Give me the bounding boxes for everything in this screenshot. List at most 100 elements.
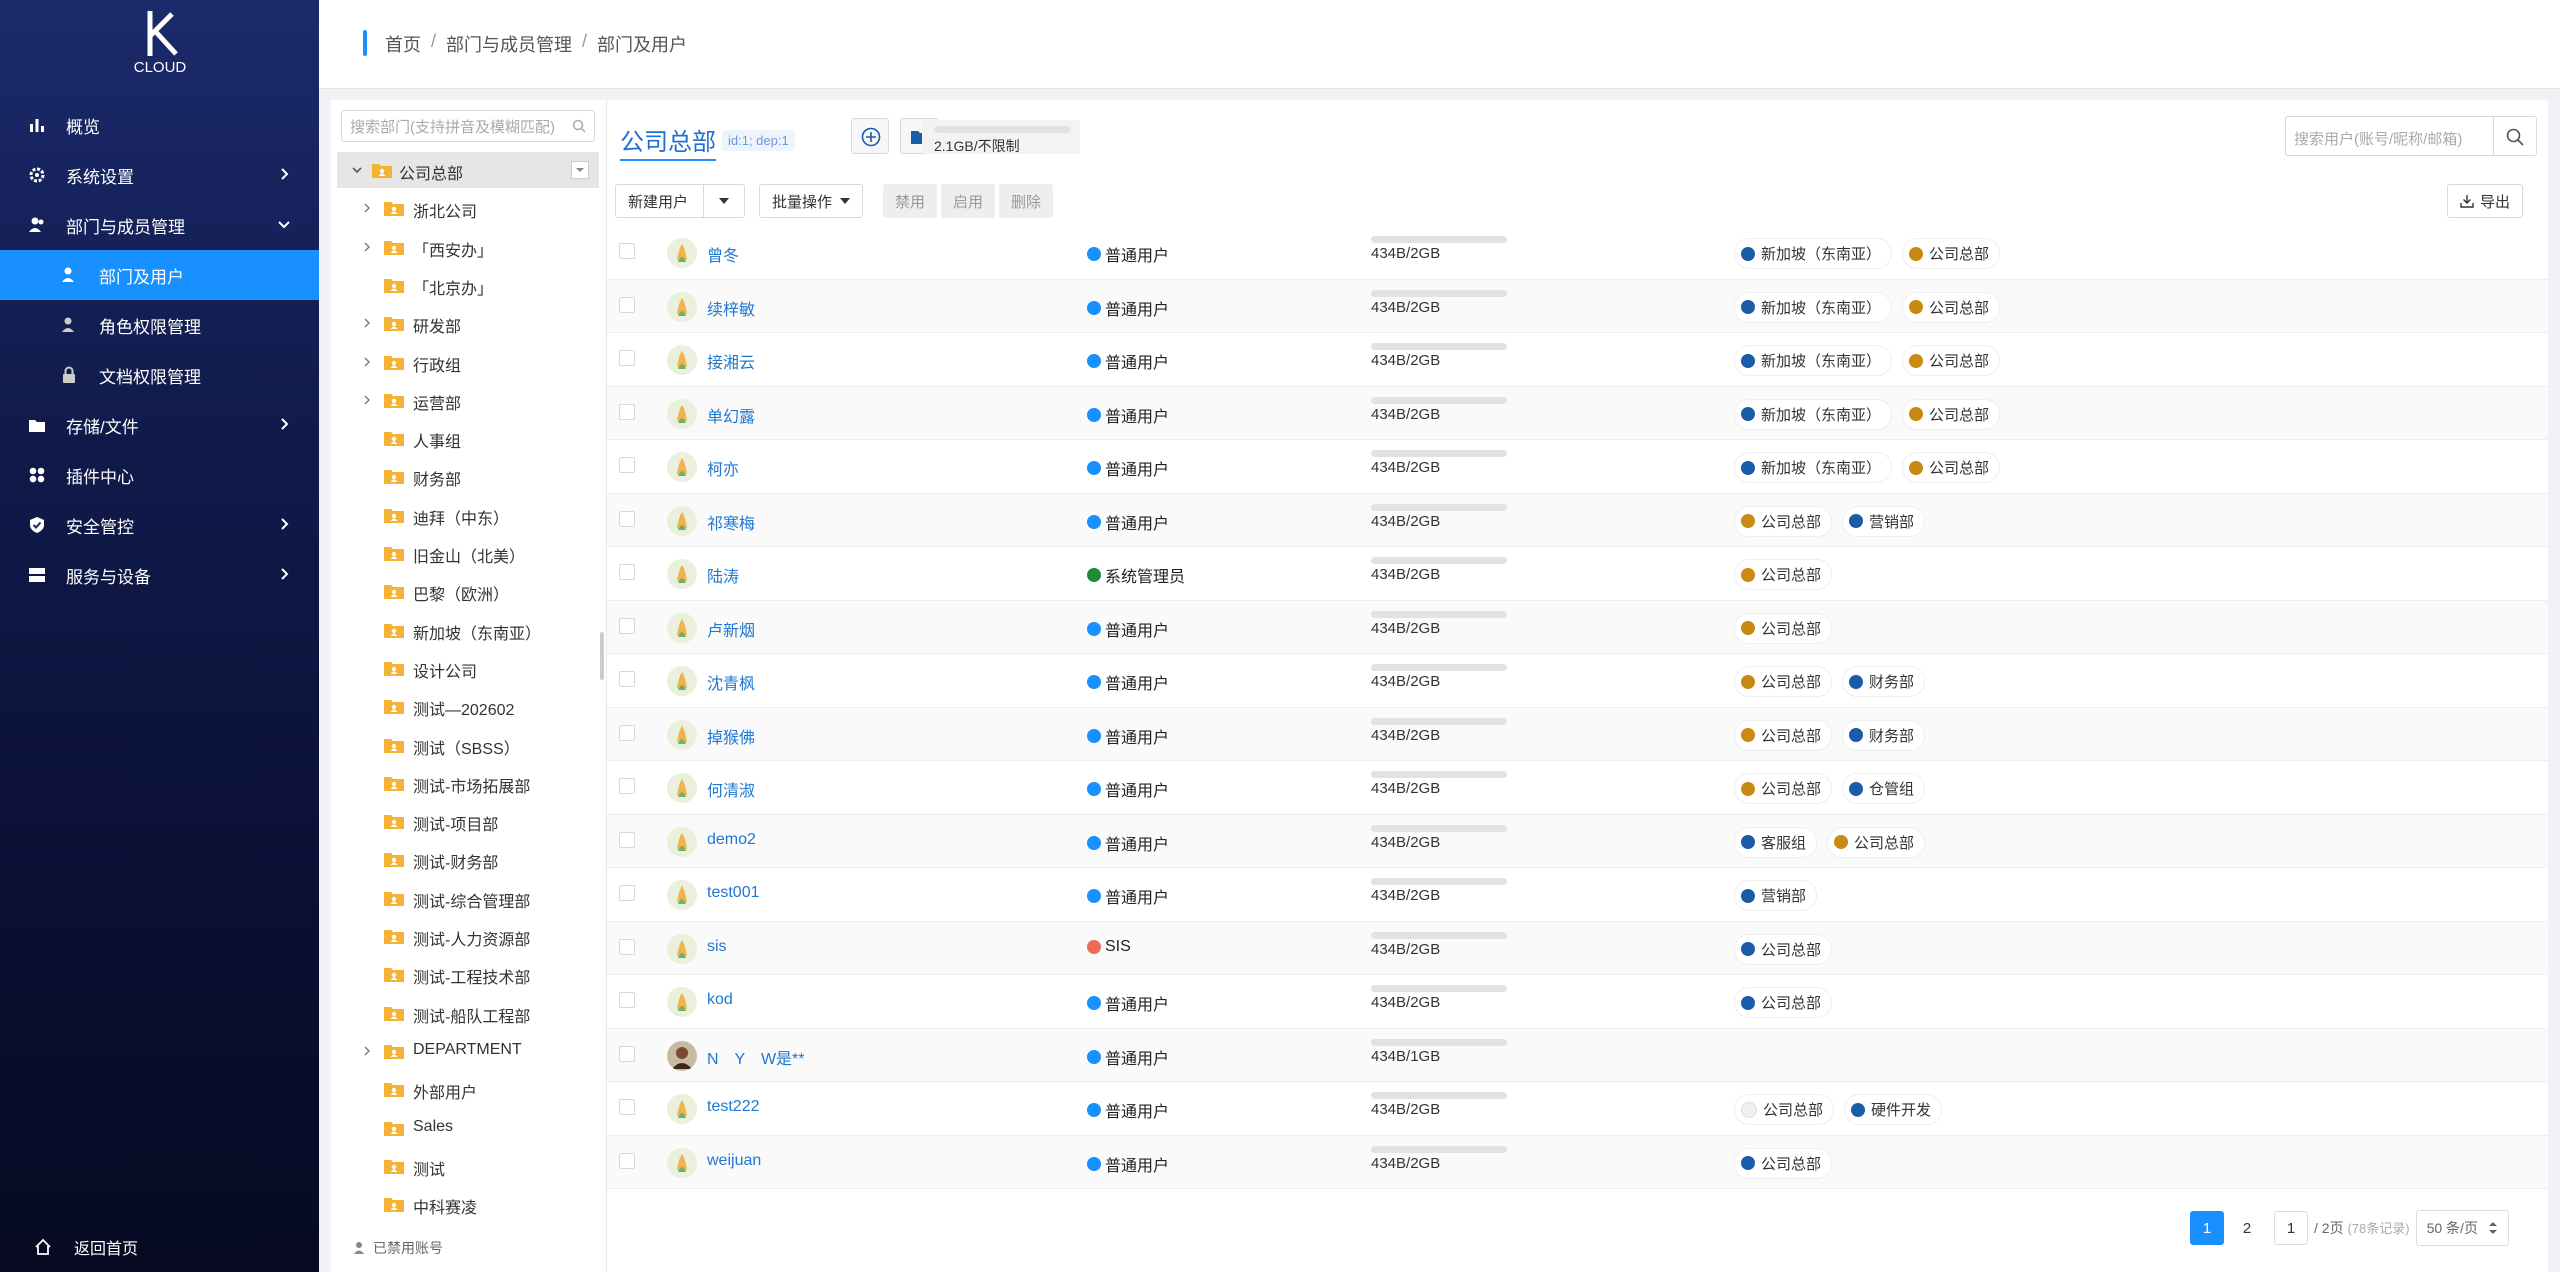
batch-operation-button[interactable]: 批量操作 (759, 184, 864, 218)
dept-tag[interactable]: 新加坡（东南亚） (1734, 452, 1893, 483)
table-row[interactable]: test222 普通用户 434B/2GB 公司总部 硬件开发 (607, 1082, 2548, 1136)
tree-node[interactable]: 测试-市场拓展部 (331, 765, 606, 801)
user-photo-avatar[interactable] (667, 1040, 697, 1071)
tree-node[interactable]: 测试-船队工程部 (331, 995, 606, 1031)
row-checkbox[interactable] (619, 296, 635, 313)
dept-tag[interactable]: 硬件开发 (1844, 1094, 1943, 1125)
dept-tag[interactable]: 公司总部 (1734, 612, 1833, 644)
dept-tag[interactable]: 公司总部 (1734, 666, 1833, 697)
tree-node[interactable]: 测试-综合管理部 (331, 880, 606, 916)
tree-node[interactable]: 测试 (331, 1148, 606, 1184)
user-name-link[interactable]: 曾冬 (707, 242, 739, 266)
table-row[interactable]: kod 普通用户 434B/2GB 公司总部 (607, 975, 2548, 1029)
default-avatar[interactable] (667, 773, 697, 803)
tree-node[interactable]: 研发部 (331, 305, 606, 341)
dept-tag[interactable]: 公司总部 (1902, 345, 2001, 376)
row-checkbox[interactable] (619, 403, 635, 420)
sidebar-item-role-permissions[interactable]: 角色权限管理 (0, 300, 319, 350)
default-avatar[interactable] (667, 291, 697, 322)
tree-node[interactable]: 测试（SBSS） (331, 727, 606, 763)
row-checkbox[interactable] (619, 510, 635, 527)
sidebar-item-system-settings[interactable]: 系统设置 (0, 150, 319, 200)
new-user-dropdown[interactable] (703, 185, 744, 217)
tree-scrollbar[interactable] (600, 632, 604, 680)
chevron-right-icon[interactable] (361, 1045, 373, 1057)
row-checkbox[interactable] (619, 724, 635, 741)
user-name-link[interactable]: 陆涛 (707, 563, 739, 587)
dept-tag[interactable]: 公司总部 (1902, 238, 2001, 269)
row-checkbox[interactable] (619, 831, 635, 848)
dept-tag[interactable]: 公司总部 (1734, 933, 1833, 965)
dept-tag[interactable]: 公司总部 (1734, 1094, 1835, 1125)
table-row[interactable]: N Y W是** 普通用户 434B/1GB (607, 1028, 2548, 1082)
default-avatar[interactable] (667, 505, 697, 536)
breadcrumb-dept-members[interactable]: 部门与成员管理 (446, 31, 572, 57)
page-1-button[interactable]: 1 (2190, 1211, 2224, 1245)
dept-tag[interactable]: 公司总部 (1734, 773, 1833, 804)
dept-tag[interactable]: 客服组 (1734, 826, 1818, 858)
dept-tag[interactable]: 公司总部 (1902, 291, 2001, 323)
user-search-input[interactable]: 搜索用户(账号/昵称/邮箱) (2285, 116, 2537, 156)
tree-node[interactable]: 外部用户 (331, 1071, 606, 1107)
dept-tag[interactable]: 营销部 (1734, 880, 1818, 911)
user-name-link[interactable]: sis (707, 938, 727, 956)
row-checkbox[interactable] (619, 564, 635, 580)
user-name-link[interactable]: test222 (707, 1098, 759, 1116)
table-row[interactable]: 接湘云 普通用户 434B/2GB 新加坡（东南亚） 公司总部 (607, 333, 2548, 387)
tree-node[interactable]: 浙北公司 (331, 190, 606, 226)
sidebar-item-plugins[interactable]: 插件中心 (0, 450, 319, 500)
sidebar-item-dept-users[interactable]: 部门及用户 (0, 250, 319, 300)
delete-button[interactable]: 删除 (999, 184, 1054, 218)
dept-tag[interactable]: 公司总部 (1902, 398, 2001, 430)
kod-cloud-logo[interactable]: CLOUD (120, 6, 200, 86)
default-avatar[interactable] (667, 826, 697, 857)
default-avatar[interactable] (667, 559, 697, 589)
dept-tag[interactable]: 公司总部 (1902, 452, 2001, 483)
table-row[interactable]: 单幻露 普通用户 434B/2GB 新加坡（东南亚） 公司总部 (607, 386, 2548, 440)
table-row[interactable]: 何清淑 普通用户 434B/2GB 公司总部 仓管组 (607, 761, 2548, 815)
dept-tag[interactable]: 财务部 (1842, 666, 1926, 697)
tree-node[interactable]: 设计公司 (331, 650, 606, 686)
chevron-right-icon[interactable] (361, 356, 373, 368)
row-checkbox[interactable] (619, 243, 635, 259)
dept-tag[interactable]: 公司总部 (1734, 719, 1833, 751)
disable-button[interactable]: 禁用 (883, 184, 938, 218)
default-avatar[interactable] (667, 398, 697, 429)
default-avatar[interactable] (667, 933, 697, 964)
row-checkbox[interactable] (619, 992, 635, 1008)
user-name-link[interactable]: 柯亦 (707, 456, 739, 480)
export-button[interactable]: 导出 (2447, 184, 2524, 218)
chevron-right-icon[interactable] (361, 202, 373, 214)
table-row[interactable]: test001 普通用户 434B/2GB 营销部 (607, 868, 2548, 922)
row-checkbox[interactable] (619, 457, 635, 473)
row-checkbox[interactable] (619, 350, 635, 366)
tree-node-root[interactable]: 公司总部 (337, 152, 599, 188)
table-row[interactable]: 掉猴佛 普通用户 434B/2GB 公司总部 财务部 (607, 707, 2548, 761)
table-row[interactable]: 祁寒梅 普通用户 434B/2GB 公司总部 营销部 (607, 493, 2548, 547)
default-avatar[interactable] (667, 987, 697, 1017)
tree-node[interactable]: 运营部 (331, 382, 606, 418)
table-row[interactable]: 曾冬 普通用户 434B/2GB 新加坡（东南亚） 公司总部 (607, 226, 2548, 280)
tree-node[interactable]: 「西安办」 (331, 229, 606, 265)
user-name-link[interactable]: weijuan (707, 1152, 761, 1170)
user-name-link[interactable]: 卢新烟 (707, 617, 755, 641)
dept-tag[interactable]: 公司总部 (1734, 987, 1833, 1018)
default-avatar[interactable] (667, 612, 697, 643)
new-user-button[interactable]: 新建用户 (615, 184, 745, 218)
tree-node[interactable]: 测试-工程技术部 (331, 956, 606, 992)
sidebar-item-services[interactable]: 服务与设备 (0, 550, 319, 600)
user-name-link[interactable]: N Y W是** (707, 1045, 805, 1069)
sidebar-item-storage[interactable]: 存储/文件 (0, 400, 319, 450)
dept-tag[interactable]: 新加坡（东南亚） (1734, 238, 1893, 269)
default-avatar[interactable] (667, 238, 697, 268)
table-row[interactable]: 陆涛 系统管理员 434B/2GB 公司总部 (607, 547, 2548, 601)
user-name-link[interactable]: demo2 (707, 831, 756, 849)
tree-node[interactable]: 行政组 (331, 344, 606, 380)
sidebar-item-doc-permissions[interactable]: 文档权限管理 (0, 350, 319, 400)
back-home-link[interactable]: 返回首页 (0, 1222, 319, 1272)
dept-tag[interactable]: 公司总部 (1734, 559, 1833, 590)
page-size-select[interactable]: 50 条/页 (2415, 1210, 2509, 1246)
default-avatar[interactable] (667, 452, 697, 482)
user-name-link[interactable]: 单幻露 (707, 403, 755, 427)
tree-node[interactable]: 中科赛凌 (331, 1186, 606, 1222)
